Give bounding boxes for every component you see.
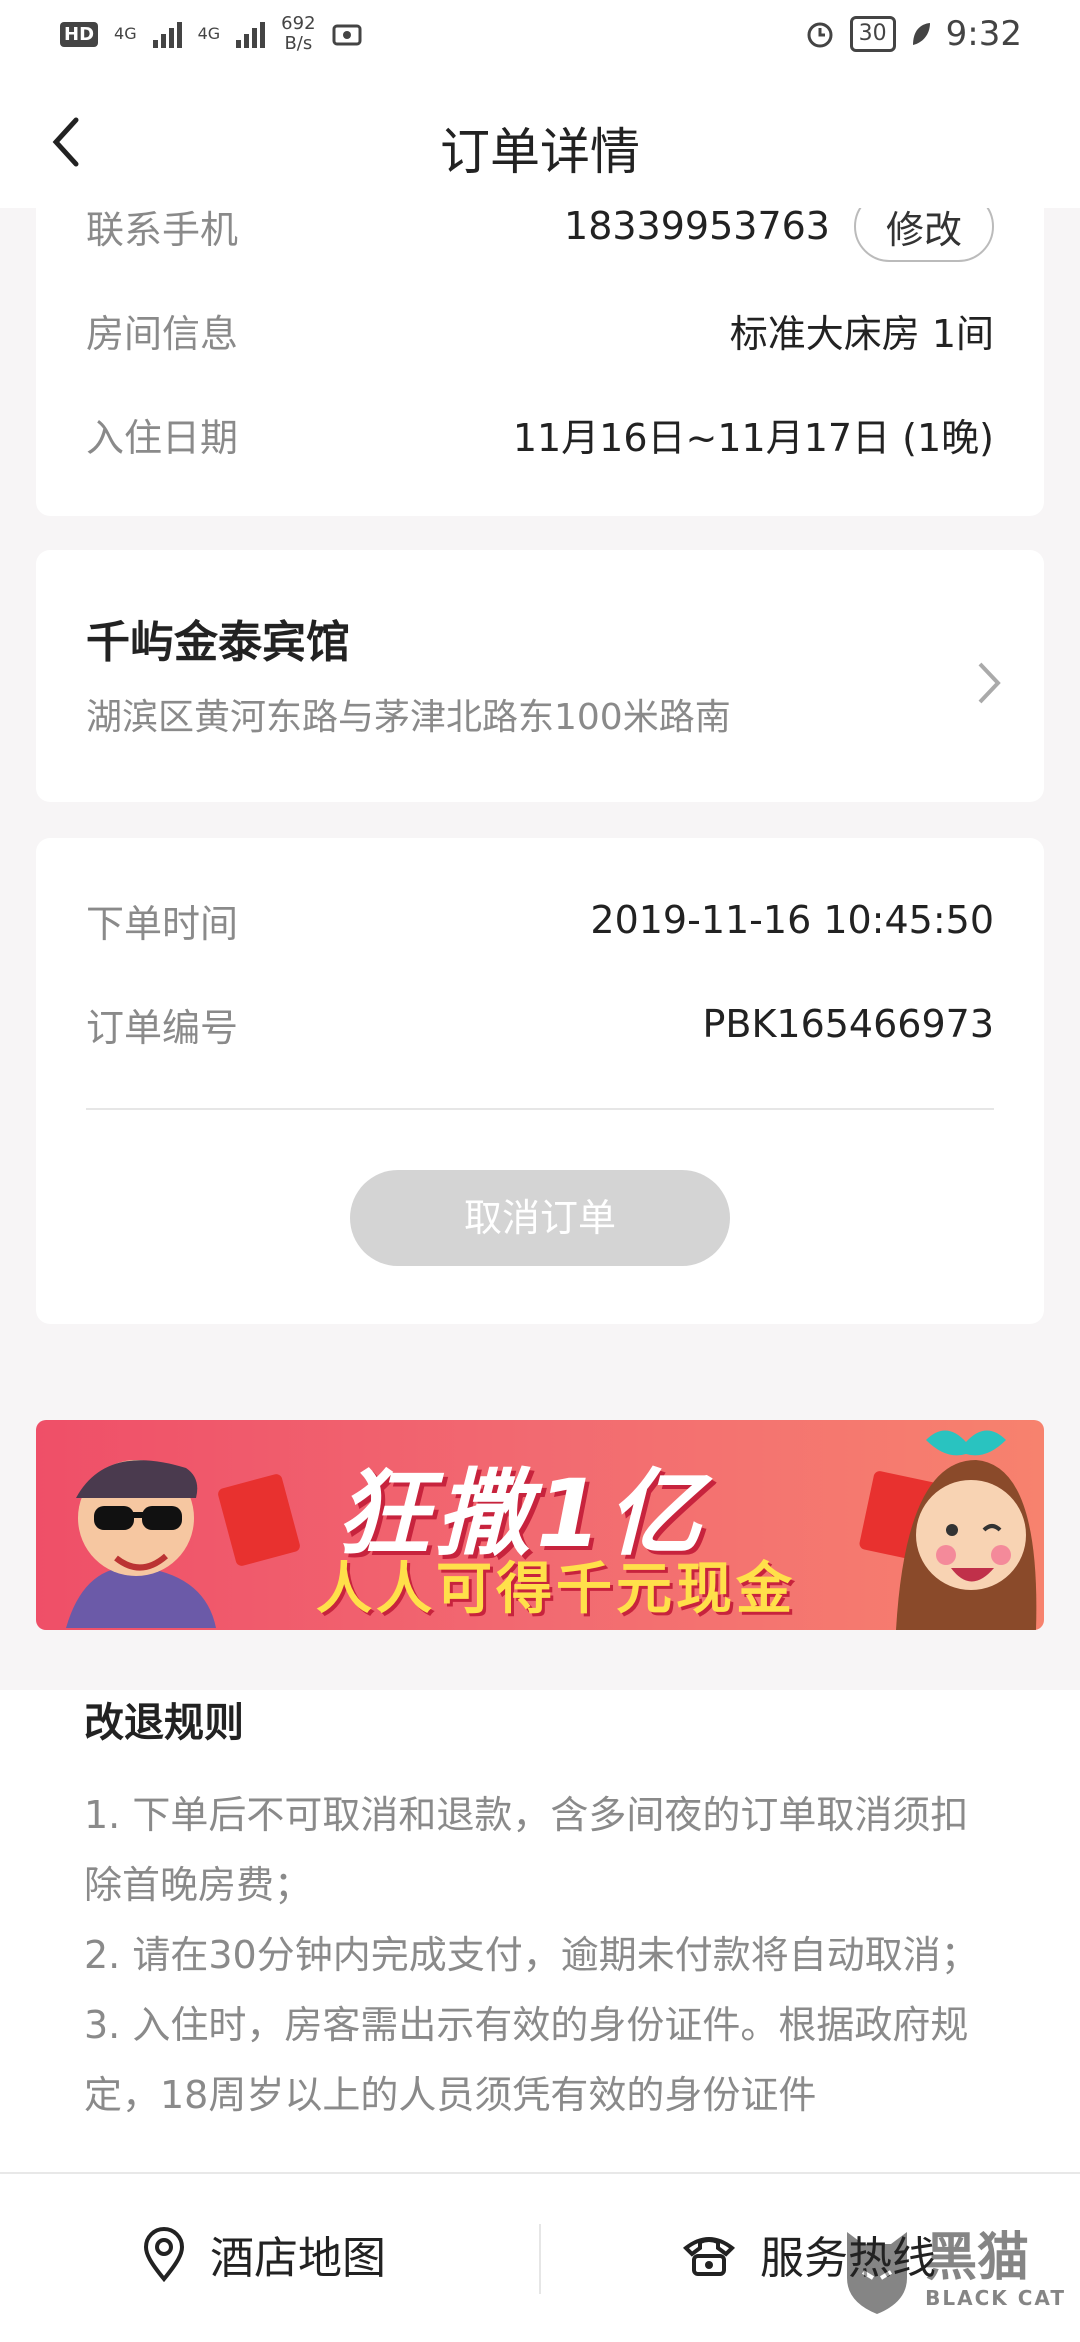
chevron-right-icon <box>978 662 1001 704</box>
clock: 9:32 <box>945 14 1022 54</box>
separator <box>539 2224 541 2294</box>
huawei-icon <box>332 24 362 46</box>
signal-label-1: 4G <box>114 24 137 43</box>
checkin-value: 11月16日~11月17日 (1晚) <box>512 415 994 460</box>
bottom-action-bar: 酒店地图 服务热线 黑猫 BLACK CAT <box>0 2172 1080 2342</box>
hd-badge: HD <box>60 21 99 47</box>
order-number-row: 订单编号 PBK165466973 <box>86 994 994 1054</box>
phone-value: 18339953763 <box>564 204 830 248</box>
rule-item: 1. 下单后不可取消和退款，含多间夜的订单取消须扣除首晚房费； <box>84 1793 969 1907</box>
room-label: 房间信息 <box>86 311 239 356</box>
checkin-row: 入住日期 11月16日~11月17日 (1晚) <box>86 404 994 464</box>
rule-item: 2. 请在30分钟内完成支付，逾期未付款将自动取消； <box>84 1933 979 1977</box>
order-time-row: 下单时间 2019-11-16 10:45:50 <box>86 890 994 950</box>
signal-bars-icon <box>152 20 182 48</box>
leaf-icon <box>912 23 930 45</box>
hotel-map-button[interactable]: 酒店地图 <box>142 2222 386 2286</box>
nav-bar: 订单详情 <box>0 72 1080 208</box>
banner-subline: 人人可得千元现金 <box>316 1557 796 1622</box>
cat-shield-icon <box>847 2232 908 2314</box>
page-title: 订单详情 <box>440 123 640 181</box>
hotel-map-label: 酒店地图 <box>210 2233 386 2284</box>
man-illustration <box>66 1460 216 1628</box>
order-time-label: 下单时间 <box>86 901 239 946</box>
room-value: 标准大床房 1间 <box>729 311 994 356</box>
rules-list: 1. 下单后不可取消和退款，含多间夜的订单取消须扣除首晚房费； 2. 请在30分… <box>84 1780 1004 2130</box>
order-number-value: PBK165466973 <box>702 1002 995 1046</box>
hotel-card[interactable]: 千屿金泰宾馆 湖滨区黄河东路与茅津北路东100米路南 <box>36 550 1044 802</box>
phone-icon <box>682 2237 736 2276</box>
rules-title: 改退规则 <box>84 1700 244 1746</box>
watermark-text-group: 黑猫 BLACK CAT <box>925 2230 1066 2310</box>
order-time-value: 2019-11-16 10:45:50 <box>590 898 994 942</box>
signal-bars-icon <box>236 20 266 48</box>
refund-rules-section: 改退规则 1. 下单后不可取消和退款，含多间夜的订单取消须扣除首晚房费； 2. … <box>0 1690 1080 2190</box>
hotel-name: 千屿金泰宾馆 <box>86 617 350 668</box>
checkin-label: 入住日期 <box>86 415 239 460</box>
net-speed-unit: B/s <box>284 33 313 54</box>
status-left: HD 4G 4G 692 B/s <box>60 14 362 54</box>
rule-item: 3. 入住时，房客需出示有效的身份证件。根据政府规定，18周岁以上的人员须凭有效… <box>84 2003 969 2117</box>
location-pin-icon <box>143 2227 185 2282</box>
order-card: 下单时间 2019-11-16 10:45:50 订单编号 PBK1654669… <box>36 838 1044 1324</box>
girl-illustration <box>896 1430 1037 1630</box>
status-right: 30 9:32 <box>804 14 1022 54</box>
watermark-text: 黑猫 <box>925 2228 1030 2288</box>
promo-banner[interactable]: 狂撒1亿 人人可得千元现金 <box>36 1420 1044 1630</box>
order-number-label: 订单编号 <box>86 1005 239 1050</box>
hotel-address: 湖滨区黄河东路与茅津北路东100米路南 <box>86 697 731 738</box>
alarm-icon <box>807 22 833 48</box>
cancel-order-button[interactable]: 取消订单 <box>350 1170 730 1266</box>
status-bar: HD 4G 4G 692 B/s 30 9:32 <box>0 0 1080 72</box>
net-speed-value: 692 <box>281 13 316 34</box>
room-row: 房间信息 标准大床房 1间 <box>86 300 994 360</box>
divider <box>86 1108 994 1110</box>
watermark: 黑猫 BLACK CAT <box>837 2222 1066 2318</box>
battery-indicator: 30 <box>849 16 896 52</box>
net-speed: 692 B/s <box>281 14 315 54</box>
signal-label-2: 4G <box>197 24 221 43</box>
watermark-subtext: BLACK CAT <box>925 2286 1066 2310</box>
